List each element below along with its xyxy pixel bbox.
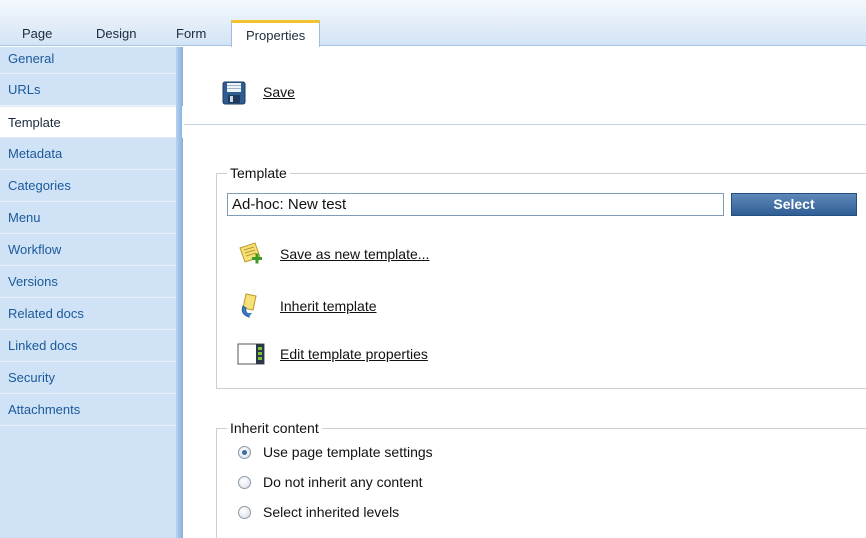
inherit-content-group: Inherit content Use page template settin… bbox=[216, 420, 866, 538]
sidebar-item-urls[interactable]: URLs bbox=[0, 74, 182, 106]
inherit-template-label: Inherit template bbox=[280, 298, 377, 314]
tab-properties[interactable]: Properties bbox=[231, 20, 321, 47]
inherit-content-legend: Inherit content bbox=[227, 420, 322, 436]
sidebar-item-template[interactable]: Template bbox=[0, 106, 183, 138]
sidebar-item-security[interactable]: Security bbox=[0, 362, 182, 394]
tab-form[interactable]: Form bbox=[176, 22, 206, 46]
save-template-icon bbox=[239, 242, 262, 264]
sidebar-item-categories[interactable]: Categories bbox=[0, 170, 182, 202]
sidebar-item-attachments[interactable]: Attachments bbox=[0, 394, 182, 426]
sidebar-item-related-docs[interactable]: Related docs bbox=[0, 298, 182, 330]
save-toolbar: Save bbox=[184, 47, 866, 125]
sidebar-item-linked-docs[interactable]: Linked docs bbox=[0, 330, 182, 362]
save-as-new-template-label: Save as new template... bbox=[280, 246, 430, 262]
radio-label: Do not inherit any content bbox=[263, 474, 423, 490]
save-button[interactable]: Save bbox=[263, 84, 295, 100]
edit-properties-icon bbox=[237, 343, 265, 365]
inherit-template-icon bbox=[241, 293, 257, 318]
select-button[interactable]: Select bbox=[731, 193, 857, 216]
radio-label: Use page template settings bbox=[263, 444, 433, 460]
main-panel: Save Template Ad-hoc: New test Select Sa… bbox=[184, 47, 866, 538]
tab-design[interactable]: Design bbox=[96, 22, 136, 46]
template-name-field[interactable]: Ad-hoc: New test bbox=[227, 193, 724, 216]
floppy-disk-icon[interactable] bbox=[222, 81, 246, 105]
sidebar-item-menu[interactable]: Menu bbox=[0, 202, 182, 234]
tab-bar: Page Design Form Properties bbox=[0, 0, 866, 47]
radio-label: Select inherited levels bbox=[263, 504, 400, 520]
radio-button[interactable] bbox=[238, 476, 251, 489]
radio-button[interactable] bbox=[238, 506, 251, 519]
sidebar-item-workflow[interactable]: Workflow bbox=[0, 234, 182, 266]
sidebar-item-general[interactable]: General bbox=[0, 47, 182, 74]
radio-button-checked[interactable] bbox=[238, 446, 251, 459]
template-group: Template Ad-hoc: New test Select Save as… bbox=[216, 165, 866, 389]
sidebar-item-metadata[interactable]: Metadata bbox=[0, 138, 182, 170]
sidebar: General URLs Template Metadata Categorie… bbox=[0, 47, 183, 538]
edit-template-properties-label: Edit template properties bbox=[280, 346, 428, 362]
tab-page[interactable]: Page bbox=[22, 22, 52, 46]
template-legend: Template bbox=[227, 165, 290, 181]
sidebar-item-versions[interactable]: Versions bbox=[0, 266, 182, 298]
